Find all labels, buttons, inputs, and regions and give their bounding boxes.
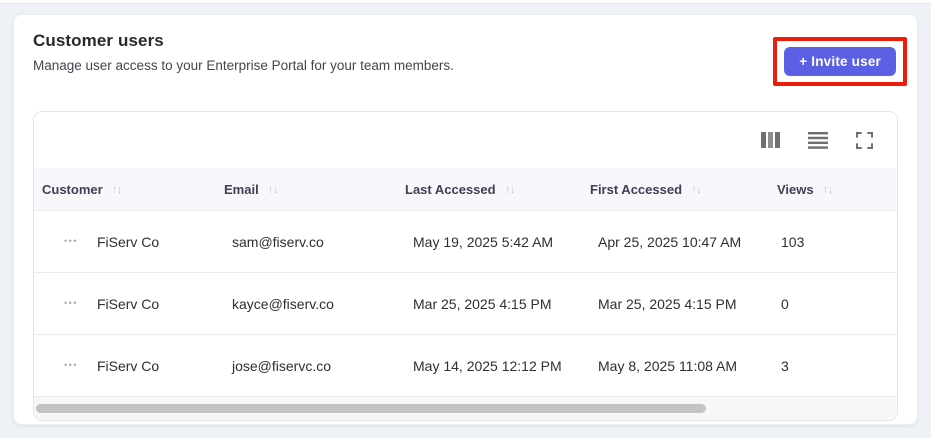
sort-icon: ↑↓ [267, 182, 279, 196]
table-body: ••• FiServ Co sam@fiserv.co May 19, 2025 5:… [34, 210, 897, 396]
cell-last-accessed: Mar 25, 2025 4:15 PM [413, 295, 552, 312]
card-header: Customer users Manage user access to you… [33, 31, 907, 86]
row-actions-button[interactable]: ••• [62, 357, 80, 374]
column-header-customer[interactable]: Customer ↑↓ [34, 168, 216, 210]
sort-icon: ↑↓ [504, 182, 516, 196]
table-row: ••• FiServ Co sam@fiserv.co May 19, 2025 5:… [34, 210, 897, 272]
customer-name: FiServ Co [96, 295, 160, 312]
table-toolbar [34, 112, 897, 168]
page-subtitle: Manage user access to your Enterprise Po… [33, 58, 454, 73]
column-header-email[interactable]: Email ↑↓ [216, 168, 397, 210]
customer-name: FiServ Co [96, 233, 160, 250]
cell-customer: ••• FiServ Co [34, 335, 216, 396]
row-density-icon[interactable] [806, 130, 830, 151]
cell-customer: ••• FiServ Co [34, 211, 216, 272]
cell-views: 3 [781, 357, 789, 374]
horizontal-scrollbar-track[interactable] [34, 396, 897, 420]
row-actions-button[interactable]: ••• [62, 233, 80, 250]
column-header-views[interactable]: Views ↑↓ [769, 168, 897, 210]
cell-views: 103 [781, 233, 805, 250]
horizontal-scrollbar-thumb[interactable] [36, 404, 707, 413]
cell-customer: ••• FiServ Co [34, 273, 216, 334]
cell-first-accessed: Mar 25, 2025 4:15 PM [598, 295, 737, 312]
column-header-last-accessed[interactable]: Last Accessed ↑↓ [397, 168, 582, 210]
column-label: Email [224, 181, 259, 197]
sort-icon: ↑↓ [691, 182, 702, 196]
red-highlight-annotation: + Invite user [773, 37, 907, 86]
cell-email: sam@fiserv.co [232, 233, 324, 250]
cell-last-accessed: May 14, 2025 12:12 PM [413, 357, 562, 374]
cell-first-accessed: Apr 25, 2025 10:47 AM [598, 233, 742, 250]
cell-first-accessed: May 8, 2025 11:08 AM [598, 357, 738, 374]
users-table: Customer ↑↓ Email ↑↓ Last Accessed ↑↓ First Ac… [33, 111, 898, 421]
sort-icon: ↑↓ [111, 182, 123, 196]
top-page-edge [0, 0, 931, 4]
table-header-row: Customer ↑↓ Email ↑↓ Last Accessed ↑↓ First Ac… [34, 168, 897, 210]
cell-views: 0 [781, 295, 789, 312]
title-block: Customer users Manage user access to you… [33, 31, 454, 73]
column-label: Views [777, 181, 814, 197]
column-label: Customer [42, 181, 103, 197]
column-header-first-accessed[interactable]: First Accessed ↑↓ [582, 168, 769, 210]
cell-email: kayce@fiserv.co [232, 295, 334, 312]
page-title: Customer users [33, 31, 164, 50]
invite-user-button[interactable]: + Invite user [784, 47, 896, 76]
cell-email: jose@fiservc.co [232, 357, 332, 374]
customer-name: FiServ Co [96, 357, 160, 374]
columns-icon[interactable] [759, 130, 782, 150]
cell-last-accessed: May 19, 2025 5:42 AM [413, 233, 554, 250]
table-row: ••• FiServ Co jose@fiservc.co May 14, 2025 … [34, 334, 897, 396]
fullscreen-icon[interactable] [854, 130, 875, 151]
sort-icon: ↑↓ [822, 182, 834, 196]
row-actions-button[interactable]: ••• [62, 295, 80, 312]
column-label: Last Accessed [405, 181, 496, 197]
column-label: First Accessed [590, 181, 683, 197]
customer-users-card: Customer users Manage user access to you… [13, 14, 918, 425]
table-row: ••• FiServ Co kayce@fiserv.co Mar 25, 2025 … [34, 272, 897, 334]
